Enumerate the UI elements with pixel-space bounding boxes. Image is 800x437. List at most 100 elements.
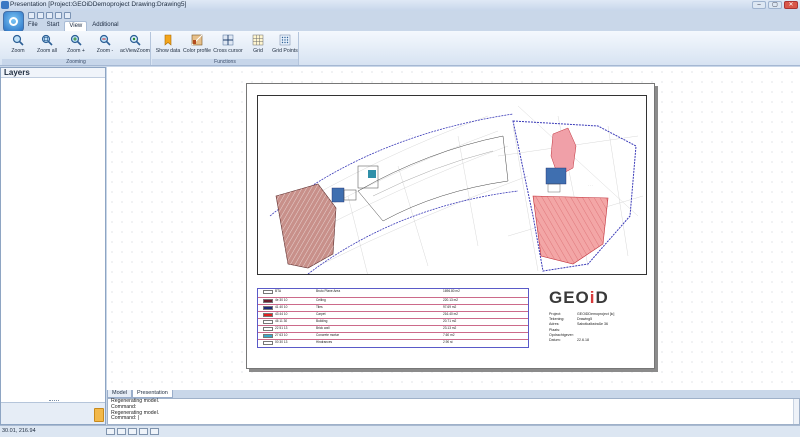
app-icon <box>1 1 9 9</box>
title-bar: Presentation [Project:GEOiDDemoproject D… <box>0 0 800 11</box>
group-label-zooming: Zooming <box>2 59 150 65</box>
area-legend: BTA Bruto Plane Area 1696.80 m2 4e 30 10… <box>257 288 529 348</box>
legend-value: 23.13 m2 <box>443 326 457 330</box>
save-icon[interactable] <box>46 12 53 19</box>
field-value: 22.6.18 <box>577 338 589 343</box>
folder-icon[interactable] <box>55 12 62 19</box>
legend-value: 97.69 m2 <box>443 305 457 309</box>
command-window[interactable]: Regenerating model. Command: Regeneratin… <box>107 398 800 425</box>
legend-name: Ceiling <box>316 298 326 302</box>
command-scrollbar[interactable] <box>793 399 799 424</box>
site-plan-drawing: · · · · · · · · <box>269 105 644 274</box>
legend-value: 7.60 m2 <box>443 333 455 337</box>
zoom-out-icon <box>99 34 111 46</box>
tab-model[interactable]: Model <box>107 390 132 398</box>
menu-view[interactable]: View <box>64 21 88 31</box>
legend-swatch <box>263 299 273 303</box>
ribbon-group-functions: Show data Color profile Cross cursor Gri… <box>152 32 299 65</box>
zoom-button[interactable]: Zoom <box>4 34 32 54</box>
field-value: Drawing5 <box>577 317 593 322</box>
legend-code: 46 11 30 <box>275 319 288 323</box>
drawing-canvas[interactable]: · · · · · · · · BTA Bruto Plane Area 1696.… <box>107 67 800 390</box>
show-data-button[interactable]: Show data <box>154 34 182 54</box>
maximize-button[interactable]: ▢ <box>768 1 782 9</box>
application-menu-button[interactable] <box>3 11 24 32</box>
menu-start[interactable]: Start <box>43 21 64 31</box>
mail-icon[interactable] <box>64 12 71 19</box>
field-value: GEOiDDemoproject [ic] <box>577 312 615 316</box>
osnap-toggle-icon[interactable] <box>139 428 148 435</box>
legend-value: 20.71 m2 <box>443 319 457 323</box>
legend-code: 4e 30 10 <box>275 298 288 302</box>
group-label-functions: Functions <box>152 59 298 65</box>
legend-swatch <box>263 313 273 317</box>
zoom-all-button[interactable]: Zoom all <box>33 34 61 54</box>
legend-row: 46 11 30 Building 20.71 m2 <box>258 318 528 324</box>
legend-name: Tiles <box>316 305 323 309</box>
menu-additional[interactable]: Additional <box>88 21 122 31</box>
layers-lower-pane <box>1 400 105 424</box>
minimize-button[interactable]: – <box>752 1 766 9</box>
menu-bar: File Start View Additional <box>24 21 123 31</box>
legend-row: 22 51 13 Brick wall 23.13 m2 <box>258 325 528 331</box>
legend-value: 220.13 m2 <box>443 298 459 302</box>
color-profile-button[interactable]: Color profile <box>182 34 212 54</box>
zoom-all-icon <box>41 34 53 46</box>
presentation-sheet: · · · · · · · · BTA Bruto Plane Area 1696.… <box>246 83 655 369</box>
legend-header-row: BTA Bruto Plane Area 1696.80 m2 <box>258 289 528 295</box>
legend-code: 41 40 10 <box>275 305 288 309</box>
layers-title: Layers <box>1 68 105 78</box>
legend-swatch <box>263 341 273 345</box>
quick-access-toolbar <box>28 12 71 19</box>
grid-icon <box>252 34 264 46</box>
ribbon: Zoom Zoom all Zoom + Zoom - acViewZoom Z… <box>0 31 800 66</box>
legend-code: 00 30 13 <box>275 340 288 344</box>
legend-name: Hindrances <box>316 340 333 344</box>
cursor-coordinates: 30.01, 216.94 <box>2 428 36 434</box>
open-icon[interactable] <box>37 12 44 19</box>
snap-toggle-icon[interactable] <box>106 428 115 435</box>
zoom-out-button[interactable]: Zoom - <box>91 34 119 54</box>
window-title: Presentation [Project:GEOiDDemoproject D… <box>10 1 187 8</box>
grid-points-button[interactable]: Grid Points <box>271 34 299 54</box>
menu-file[interactable]: File <box>24 21 42 31</box>
svg-text:· · ·: · · · <box>408 133 413 137</box>
legend-name: Concrete mortar <box>316 333 340 337</box>
close-button[interactable]: ✕ <box>784 1 798 9</box>
legend-swatch <box>263 327 273 331</box>
panel-toggle-button[interactable] <box>94 408 104 422</box>
title-block-field: Datum: 22.6.18 <box>549 338 614 343</box>
legend-name: Carpet <box>316 312 326 316</box>
legend-name: Brick wall <box>316 326 330 330</box>
svg-text:· · ·: · · · <box>588 183 593 187</box>
zoom-in-button[interactable]: Zoom + <box>62 34 90 54</box>
legend-swatch <box>263 320 273 324</box>
status-bar: 30.01, 216.94 <box>0 425 800 437</box>
crosshair-icon <box>222 34 234 46</box>
legend-name: Building <box>316 319 328 323</box>
cross-cursor-button[interactable]: Cross cursor <box>213 34 243 54</box>
legend-row: 41 40 10 Tiles 97.69 m2 <box>258 304 528 310</box>
command-input[interactable]: Command: | <box>111 416 799 422</box>
grid-button[interactable]: Grid <box>244 33 272 56</box>
new-icon[interactable] <box>28 12 35 19</box>
legend-code: BTA <box>275 289 281 293</box>
svg-text:· ·: · · <box>458 123 461 127</box>
view-zoom-icon <box>129 34 141 46</box>
legend-value: 2.90 st <box>443 340 453 344</box>
legend-row: 27 63 10 Concrete mortar 7.60 m2 <box>258 332 528 338</box>
field-label: Datum: <box>549 338 561 343</box>
ortho-toggle-icon[interactable] <box>117 428 126 435</box>
grid-toggle-icon[interactable] <box>128 428 137 435</box>
legend-code: 22 51 13 <box>275 326 288 330</box>
legend-swatch <box>263 334 273 338</box>
acviewzoom-button[interactable]: acViewZoom <box>120 34 150 54</box>
ribbon-group-zooming: Zoom Zoom all Zoom + Zoom - acViewZoom Z… <box>2 32 151 65</box>
drawing-viewport[interactable]: · · · · · · · · <box>257 95 647 275</box>
legend-row: 00 30 13 Hindrances 2.90 st <box>258 339 528 345</box>
magnifier-icon <box>12 34 24 46</box>
splitter-grip[interactable] <box>49 400 59 402</box>
tab-presentation[interactable]: Presentation <box>131 390 173 398</box>
legend-value: 1696.80 m2 <box>443 289 460 293</box>
lineweight-toggle-icon[interactable] <box>150 428 159 435</box>
